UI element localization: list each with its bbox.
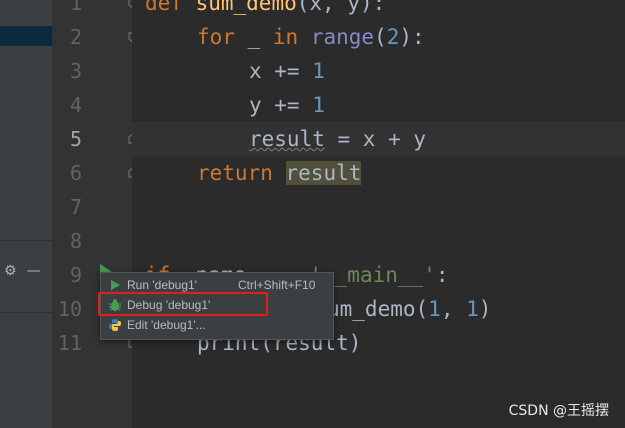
code-line-5[interactable]: result = x + y — [249, 122, 426, 156]
line-number: 2 — [69, 25, 82, 49]
code-line-10[interactable]: um_demo(1, 1) — [327, 292, 491, 326]
gear-icon[interactable]: ⚙ — [4, 263, 17, 279]
line-number-current: 5 — [69, 127, 82, 151]
line-number: 10 — [57, 297, 82, 321]
line-number: 7 — [69, 195, 82, 219]
code-line-1[interactable]: def sum_demo(x, y): — [145, 0, 385, 20]
divider — [0, 240, 52, 241]
line-number: 4 — [69, 93, 82, 117]
tool-window-actions: ⚙ — — [4, 262, 50, 280]
watermark: CSDN @王摇摆 — [508, 403, 609, 419]
python-icon — [109, 319, 121, 331]
left-tool-strip: ⚙ — — [0, 0, 52, 428]
highlight-box — [98, 292, 268, 316]
run-icon — [111, 280, 120, 290]
divider — [0, 312, 52, 313]
selected-tree-row[interactable] — [0, 26, 52, 46]
popup-item-edit[interactable]: Edit 'debug1'... — [101, 315, 333, 335]
code-line-3[interactable]: x += 1 — [249, 54, 325, 88]
code-line-2[interactable]: for _ in range(2): — [197, 20, 425, 54]
popup-item-label: Edit 'debug1'... — [127, 318, 206, 332]
minimize-icon[interactable]: — — [27, 263, 41, 279]
code-editor[interactable] — [132, 0, 625, 428]
line-number: 11 — [57, 331, 82, 355]
code-line-4[interactable]: y += 1 — [249, 88, 325, 122]
line-number: 1 — [69, 0, 82, 15]
line-number: 8 — [69, 229, 82, 253]
line-number: 3 — [69, 59, 82, 83]
line-number: 6 — [69, 161, 82, 185]
line-number: 9 — [69, 263, 82, 287]
code-line-6[interactable]: return result — [197, 156, 362, 190]
